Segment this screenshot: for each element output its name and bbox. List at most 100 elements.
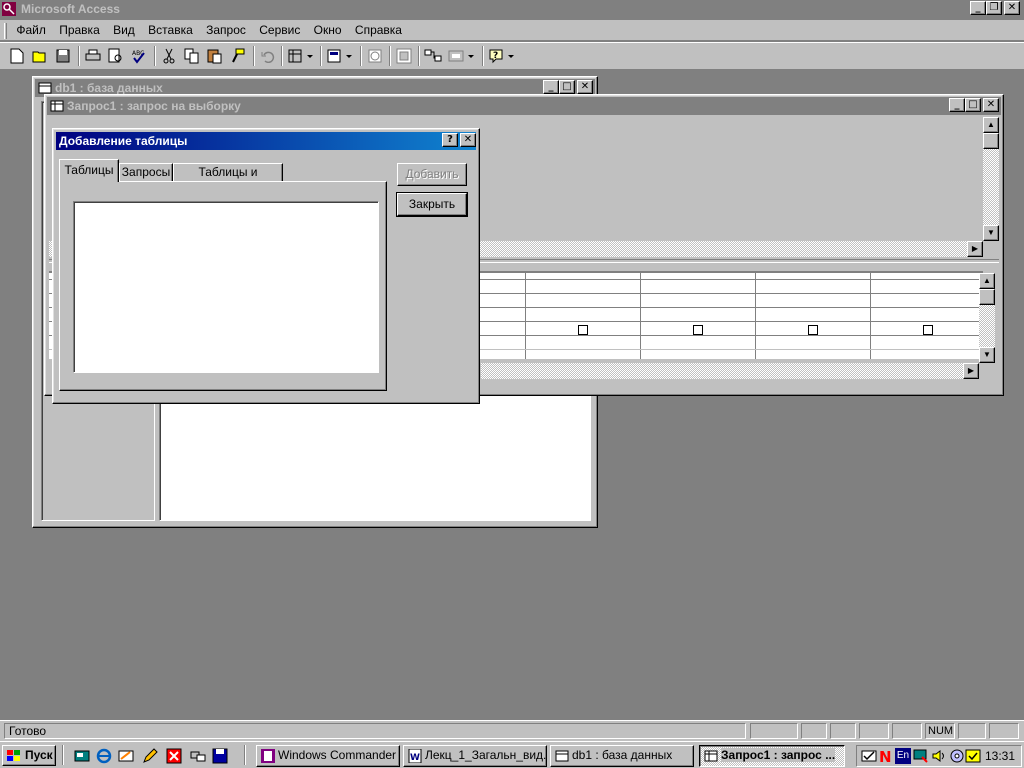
menu-window[interactable]: Окно [314,23,342,37]
floppy-icon[interactable] [212,748,228,764]
grid-vscroll-thumb[interactable] [979,289,995,305]
taskbar-separator [62,745,64,765]
query-type-button[interactable] [285,45,317,67]
table-pane-vscroll-thumb[interactable] [983,133,999,149]
db-minimize-button[interactable]: _ [543,80,559,94]
toolbar-separator [154,46,156,66]
database-icon [38,82,52,94]
undo-button[interactable] [257,45,279,67]
scheduler-icon[interactable] [965,748,981,764]
add-button[interactable]: Добавить [397,163,467,186]
language-indicator[interactable]: En [895,748,911,764]
tab-tables-and-queries[interactable]: Таблицы и запросы [173,163,283,195]
grid-scroll-down[interactable]: ▼ [979,347,995,363]
toolbar-separator [320,46,322,66]
menu-file[interactable]: Файл [16,23,46,37]
show-checkbox[interactable] [808,325,818,335]
outlook-express-icon[interactable] [118,748,134,764]
dialog-help-button[interactable]: ? [442,133,458,147]
grid-scroll-right[interactable]: ▶ [963,363,979,379]
toolbar-separator [281,46,283,66]
grid-scroll-up[interactable]: ▲ [979,273,995,289]
dialog-close-button[interactable]: ✕ [460,133,476,147]
menu-view[interactable]: Вид [113,23,135,37]
spelling-button[interactable]: ABC [128,45,150,67]
show-desktop-icon[interactable] [74,748,90,764]
view-button[interactable] [324,45,356,67]
table-pane-scroll-down[interactable]: ▼ [983,225,999,241]
clock[interactable]: 13:31 [985,749,1015,763]
paste-button[interactable] [204,45,226,67]
add-table-dialog[interactable]: Добавление таблицы ? ✕ Таблицы Запросы Т… [52,128,480,404]
grid-hscroll-track[interactable] [481,363,963,379]
query-maximize-button[interactable]: □ [965,98,981,112]
db-maximize-button[interactable]: □ [559,80,575,94]
network-icon[interactable] [190,748,206,764]
task-query1[interactable]: Запрос1 : запрос ... [699,745,845,767]
menu-tools[interactable]: Сервис [259,23,300,37]
mail-check-icon[interactable] [861,748,877,764]
display-icon[interactable] [913,748,929,764]
new-icon [10,48,24,64]
start-label: Пуск [25,748,53,762]
task-windows-commander[interactable]: Windows Commander 5... [256,745,400,767]
grid-vscroll-track[interactable] [979,305,995,347]
menu-query[interactable]: Запрос [206,23,246,37]
table-pane-scroll-right[interactable]: ▶ [967,241,983,257]
cd-player-icon[interactable] [949,748,965,764]
show-table-button[interactable] [364,45,386,67]
save-button[interactable] [52,45,74,67]
show-checkbox[interactable] [578,325,588,335]
db-window-title: db1 : база данных [55,81,163,95]
close-button[interactable]: Закрыть [396,192,468,217]
table-pane-scroll-up[interactable]: ▲ [983,117,999,133]
help-button[interactable]: ? [486,45,518,67]
open-icon [32,51,46,63]
menu-help[interactable]: Справка [355,23,402,37]
task-word-document[interactable]: W Лекц_1_Загальн_вид... [403,745,547,767]
query-close-button[interactable]: ✕ [983,98,999,112]
open-button[interactable] [29,45,51,67]
help-icon: ? [489,49,514,64]
format-painter-icon [232,48,245,63]
kaspersky-icon[interactable] [166,748,182,764]
relationships-button[interactable] [422,45,444,67]
show-checkbox[interactable] [693,325,703,335]
print-preview-icon [108,48,122,63]
tab-queries[interactable]: Запросы [119,163,173,182]
new-button[interactable] [6,45,28,67]
show-checkbox[interactable] [923,325,933,335]
new-object-button[interactable] [446,45,478,67]
cut-button[interactable] [158,45,180,67]
copy-button[interactable] [181,45,203,67]
toolbar: ABC ? [0,42,1024,70]
grid-column [870,273,871,359]
grid-column [640,273,641,359]
toolbar-separator [418,46,420,66]
dialog-titlebar[interactable]: Добавление таблицы ? ✕ [56,132,476,150]
table-list[interactable] [73,201,379,373]
print-button[interactable] [82,45,104,67]
start-button[interactable]: Пуск [2,745,56,766]
app-minimize-button[interactable]: _ [970,1,986,15]
cut-icon [163,48,175,64]
query-minimize-button[interactable]: _ [949,98,965,112]
menu-edit[interactable]: Правка [59,23,100,37]
volume-icon[interactable] [931,748,947,764]
query-window-titlebar[interactable]: Запрос1 : запрос на выборку _ □ ✕ [47,97,1001,115]
app-close-button[interactable]: ✕ [1004,1,1020,15]
access-key-icon[interactable] [2,2,16,16]
format-painter-button[interactable] [227,45,249,67]
menu-insert[interactable]: Вставка [148,23,193,37]
task-db1[interactable]: db1 : база данных [550,745,694,767]
totals-button[interactable] [393,45,415,67]
db-close-button[interactable]: ✕ [577,80,593,94]
print-preview-button[interactable] [105,45,127,67]
pencil-icon[interactable] [142,748,158,764]
internet-explorer-icon[interactable] [96,748,112,764]
norton-icon[interactable]: N [879,748,893,764]
status-text-cell: Готово [4,723,746,739]
status-text: Готово [9,724,47,738]
app-restore-button[interactable]: ❐ [986,1,1002,15]
tab-tables[interactable]: Таблицы [59,159,119,182]
